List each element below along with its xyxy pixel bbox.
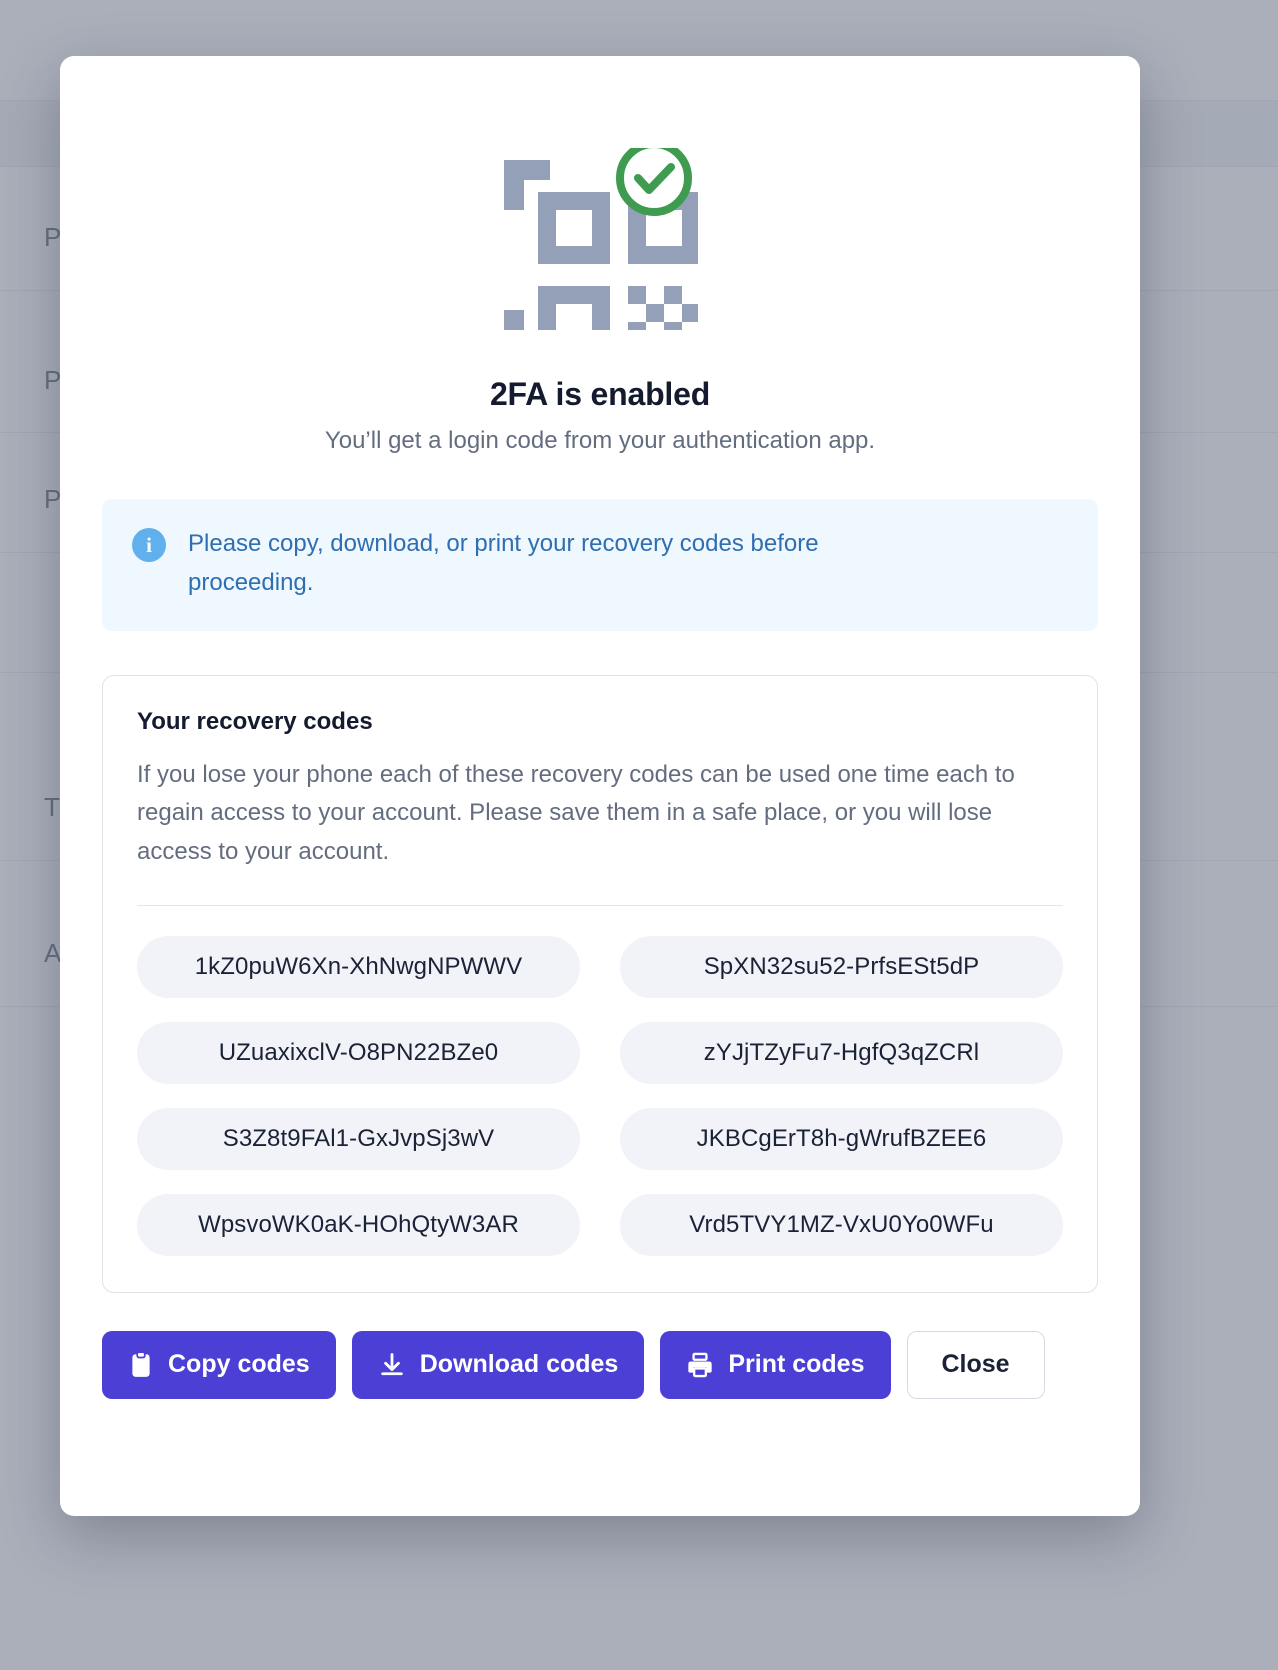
recovery-code-item[interactable]: SpXN32su52-PrfsESt5dP	[620, 935, 1063, 998]
close-button-label: Close	[941, 1350, 1010, 1379]
card-divider	[137, 904, 1063, 906]
two-factor-enabled-dialog: 2FA is enabled You’ll get a login code f…	[60, 56, 1140, 1516]
recovery-code-item[interactable]: 1kZ0puW6Xn-XhNwgNPWWV	[137, 935, 580, 998]
recovery-codes-card: Your recovery codes If you lose your pho…	[102, 674, 1098, 1293]
print-codes-label: Print codes	[728, 1350, 865, 1379]
recovery-code-item[interactable]: UZuaxixclV-O8PN22BZe0	[137, 1021, 580, 1084]
recovery-codes-list: 1kZ0puW6Xn-XhNwgNPWWV SpXN32su52-PrfsESt…	[137, 935, 1063, 1256]
close-button[interactable]: Close	[906, 1330, 1045, 1399]
recovery-codes-title: Your recovery codes	[137, 707, 373, 735]
info-icon: i	[132, 528, 166, 562]
info-banner: i Please copy, download, or print your r…	[102, 499, 1098, 631]
printer-icon	[686, 1351, 714, 1379]
download-codes-label: Download codes	[419, 1350, 619, 1379]
copy-codes-button[interactable]: Copy codes	[102, 1330, 336, 1399]
dialog-actions: Copy codes Download codes Print codes Cl…	[102, 1330, 1098, 1399]
recovery-code-item[interactable]: Vrd5TVY1MZ-VxU0Yo0WFu	[620, 1193, 1063, 1256]
recovery-codes-description: If you lose your phone each of these rec…	[137, 760, 1015, 865]
clipboard-icon	[128, 1351, 154, 1379]
page-subtitle: You’ll get a login code from your authen…	[324, 427, 876, 454]
recovery-code-item[interactable]: WpsvoWK0aK-HOhQtyW3AR	[137, 1193, 580, 1256]
copy-codes-label: Copy codes	[168, 1350, 310, 1379]
download-icon	[378, 1351, 406, 1379]
info-banner-text: Please copy, download, or print your rec…	[188, 530, 819, 596]
print-codes-button[interactable]: Print codes	[660, 1330, 891, 1399]
recovery-code-item[interactable]: JKBCgErT8h-gWrufBZEE6	[620, 1107, 1063, 1170]
qr-code-verified-icon	[102, 148, 1098, 330]
recovery-code-item[interactable]: S3Z8t9FAl1-GxJvpSj3wV	[137, 1107, 580, 1170]
download-codes-button[interactable]: Download codes	[351, 1330, 645, 1399]
page-title: 2FA is enabled	[489, 376, 711, 412]
recovery-code-item[interactable]: zYJjTZyFu7-HgfQ3qZCRl	[620, 1021, 1063, 1084]
